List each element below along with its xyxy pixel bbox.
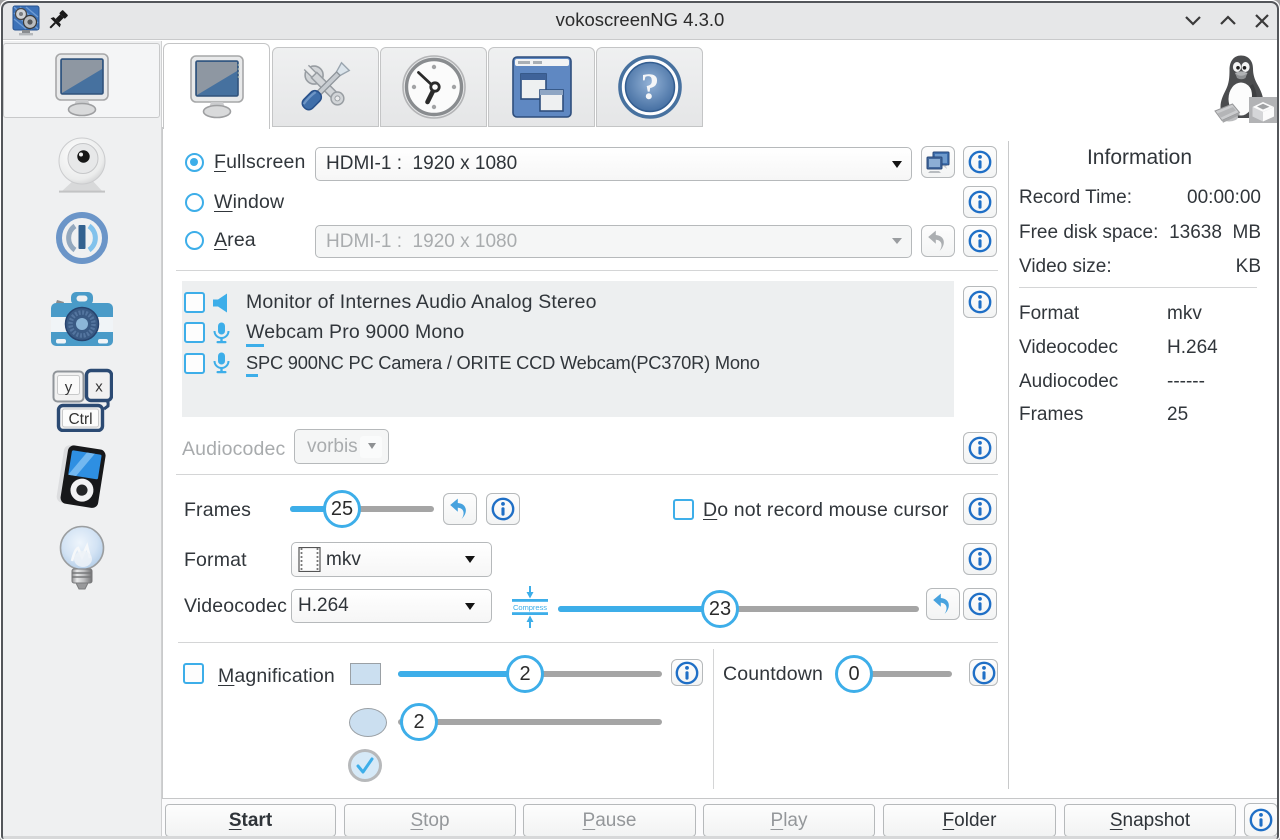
svg-text:x: x [95,379,103,396]
svg-text:Compress: Compress [513,603,547,612]
svg-text:?: ? [640,67,659,108]
svg-text:Ctrl: Ctrl [68,411,92,428]
svg-text:y: y [65,379,73,396]
